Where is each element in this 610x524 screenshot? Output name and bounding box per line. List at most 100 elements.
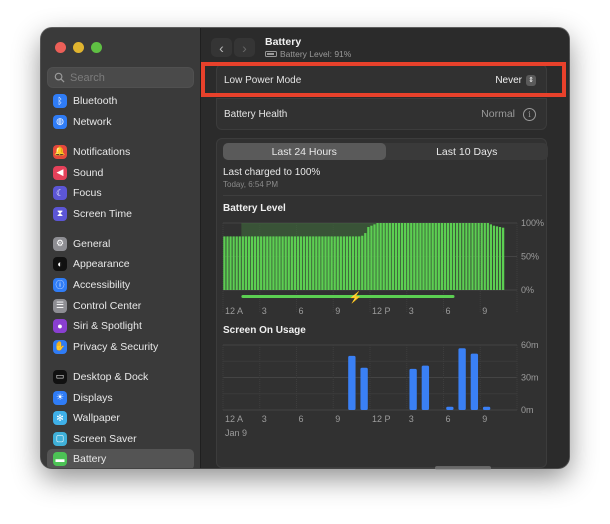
battery-icon: ▬ [53,452,67,467]
last-charged-info: Last charged to 100% Today, 6:54 PM [223,167,320,189]
charging-bolt-icon: ⚡ [349,291,363,304]
x-tick-label: 3 [409,414,414,424]
sidebar-item-bluetooth[interactable]: ᛒ Bluetooth [47,91,194,112]
battery-bar [495,226,499,290]
appearance-icon: ◐ [53,257,67,272]
battery-bar [376,223,379,290]
battery-bar [474,223,477,290]
usage-bar [482,406,491,410]
y-tick-label: 0% [521,285,534,295]
battery-bar [272,236,275,290]
low-power-mode-popup[interactable]: Never ⇕ [495,74,536,86]
battery-bar [339,236,342,290]
screensaver-icon: ▢ [53,431,67,446]
low-power-mode-row: Low Power Mode Never ⇕ [216,64,547,96]
battery-level-chart-title: Battery Level [223,203,286,214]
forward-button[interactable]: › [234,38,255,57]
sidebar-item-label: Sound [73,166,104,179]
usage-bar [421,365,430,410]
battery-bar [449,223,453,290]
last-charged-title: Last charged to 100% [223,167,321,178]
sidebar-item-battery[interactable]: ▬ Battery [47,449,194,468]
battery-bar [354,236,358,290]
traffic-lights [55,42,102,53]
title-block: Battery Battery Level: 91% [265,36,351,59]
back-button[interactable]: ‹ [211,38,232,57]
battery-level-chart[interactable]: 100% 50% 0% ⚡ 12 A 3 6 9 12 P 3 6 9 [217,215,548,323]
sidebar-item-focus[interactable]: ☾ Focus [47,183,194,204]
battery-bar [244,236,247,290]
battery-bar [407,223,410,290]
tab-last-10-days[interactable]: Last 10 Days [386,143,549,160]
battery-health-value: Normal [481,108,515,120]
sidebar-item-label: Privacy & Security [73,340,159,353]
battery-bar [379,223,382,290]
x-tick-label: 6 [446,414,451,424]
battery-bar [483,223,486,290]
minimize-button[interactable] [73,42,84,53]
battery-bar [315,236,318,290]
battery-bar [238,236,241,290]
battery-bar [290,236,293,290]
x-tick-label: 6 [299,414,304,424]
battery-bar [443,223,447,290]
sidebar-item-label: Focus [73,187,102,200]
info-icon[interactable]: i [523,107,536,121]
search-field[interactable] [47,67,194,88]
battery-bar [345,236,349,290]
y-tick-label: 0m [521,405,534,415]
sidebar-item-general[interactable]: ⚙ General [47,234,194,255]
sidebar-item-wallpaper[interactable]: ✻ Wallpaper [47,408,194,429]
accessibility-icon: ⓘ [53,278,67,293]
moon-icon: ☾ [53,186,67,201]
battery-bar [403,223,407,290]
settings-window: ᛒ Bluetooth ◍ Network 🔔 Notifications ◀ Sound ☾ F… [41,28,569,468]
battery-bar [456,223,459,290]
battery-bar [263,236,266,290]
x-tick-label: 9 [335,414,340,424]
tab-last-24-hours[interactable]: Last 24 Hours [223,143,386,160]
sidebar-item-desktop-dock[interactable]: ▭ Desktop & Dock [47,367,194,388]
battery-bar [250,236,254,290]
battery-bar [462,223,465,290]
battery-bar [361,235,364,290]
battery-bar [397,223,401,290]
x-tick-label: 9 [482,306,487,316]
search-input[interactable] [70,71,180,84]
sidebar-item-notifications[interactable]: 🔔 Notifications [47,142,194,163]
battery-bar [471,223,474,290]
low-power-mode-label: Low Power Mode [224,74,302,86]
sidebar-item-label: Displays [73,391,113,404]
x-tick-label: 6 [299,306,304,316]
last-charged-time: Today, 6:54 PM [223,180,278,189]
y-tick-label: 30m [521,373,539,383]
sidebar-item-accessibility[interactable]: ⓘ Accessibility [47,275,194,296]
battery-bar [486,223,489,290]
battery-bar [501,227,505,290]
close-button[interactable] [55,42,66,53]
battery-bar [431,223,434,290]
battery-bar [373,224,376,290]
x-tick-label: 9 [335,306,340,316]
battery-bar [351,236,355,290]
sidebar-item-network[interactable]: ◍ Network [47,112,194,133]
sidebar-item-privacy-security[interactable]: ✋ Privacy & Security [47,337,194,358]
battery-bar [400,223,404,290]
battery-bar [452,223,456,290]
sidebar-item-appearance[interactable]: ◐ Appearance [47,254,194,275]
zoom-button[interactable] [91,42,102,53]
battery-bar [477,223,480,290]
sidebar-item-label: Notifications [73,145,131,158]
sidebar-item-sound[interactable]: ◀ Sound [47,162,194,183]
battery-bar [382,223,385,290]
sidebar-item-screen-saver[interactable]: ▢ Screen Saver [47,428,194,449]
screen-usage-chart-title: Screen On Usage [223,325,306,336]
sidebar-item-siri-spotlight[interactable]: ● Siri & Spotlight [47,316,194,337]
sidebar-item-displays[interactable]: ☀ Displays [47,387,194,408]
screen-on-usage-chart[interactable]: 60m 30m 0m 12 A 3 6 9 12 P 3 6 9 [217,337,548,427]
sidebar-item-screen-time[interactable]: ⧗ Screen Time [47,203,194,224]
usage-bar [446,406,454,410]
sidebar-item-control-center[interactable]: ☰ Control Center [47,295,194,316]
usage-card: Last 24 Hours Last 10 Days Last charged … [216,138,549,468]
